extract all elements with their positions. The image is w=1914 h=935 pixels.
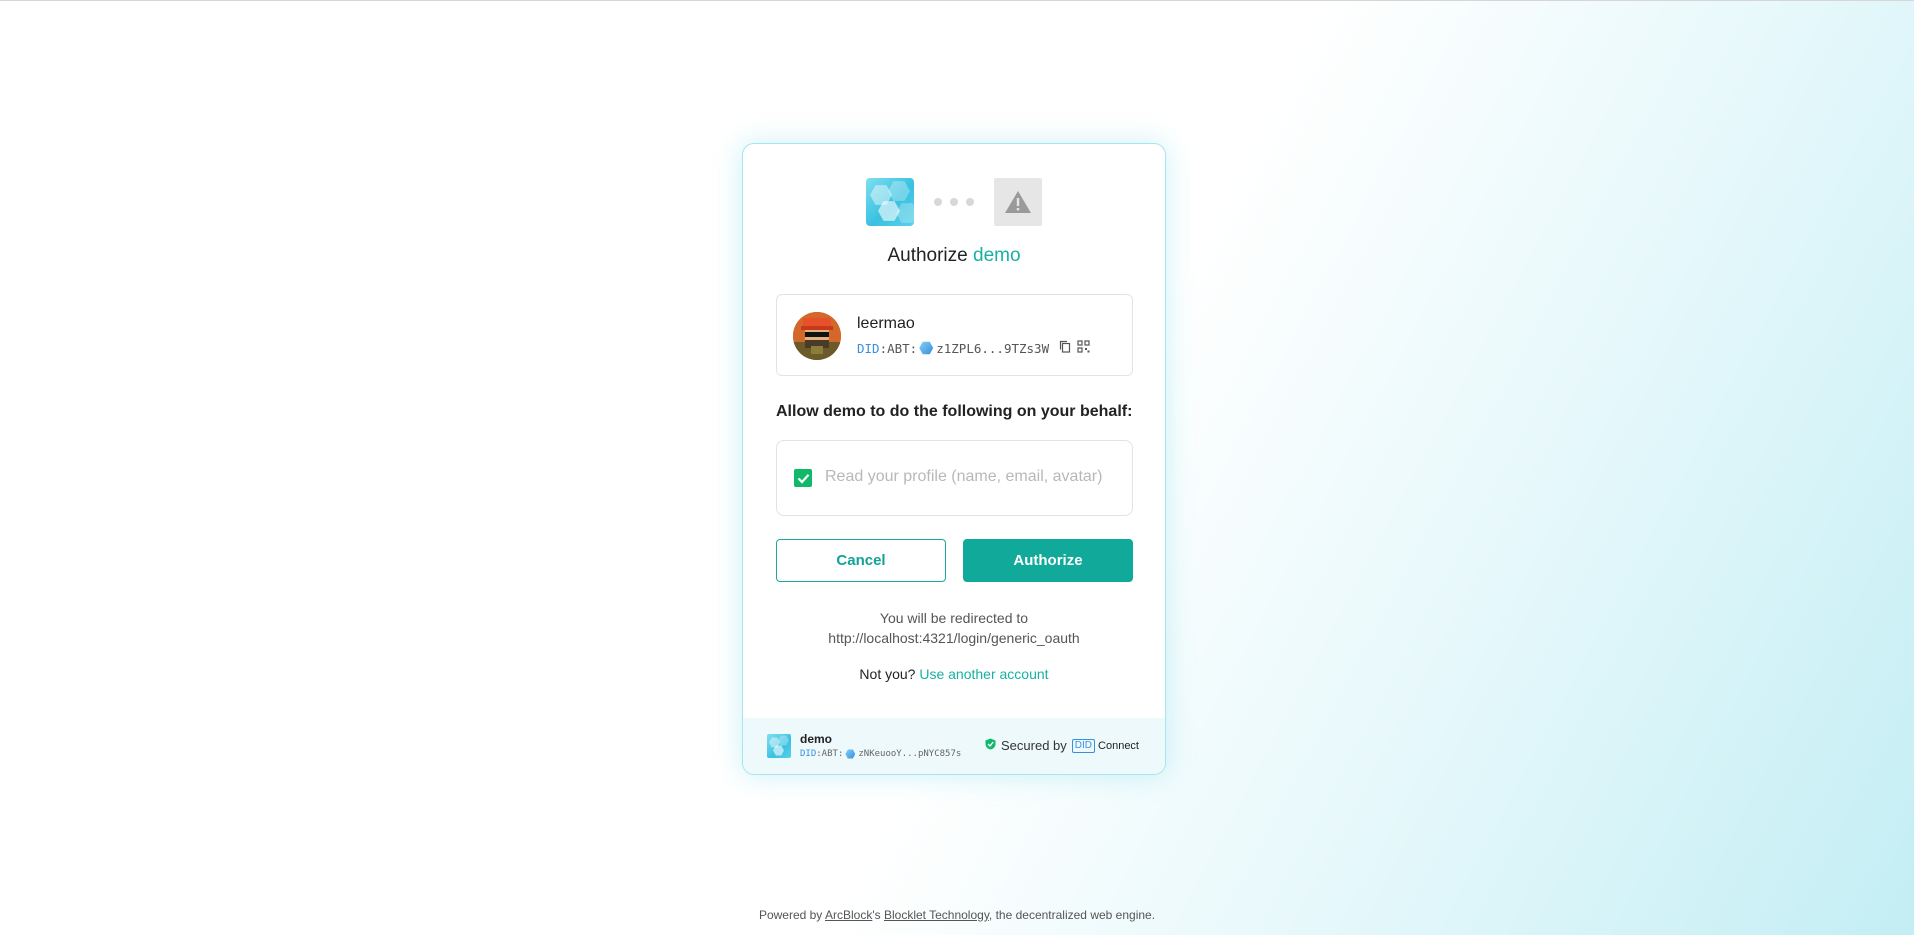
authorize-card: Authorize demo leermao DID :ABT: z1ZPL6.… [742, 143, 1166, 775]
dot [934, 198, 942, 206]
footer-app-did: DID :ABT: zNKeuooY...pNYC857s [800, 749, 961, 759]
switch-account: Not you? Use another account [743, 666, 1165, 682]
arcblock-link[interactable]: ArcBlock [825, 908, 872, 922]
powered-prefix: Powered by [758, 908, 823, 922]
powered-possessive: 's [872, 908, 881, 922]
footer-app-name: demo [800, 732, 833, 746]
page-title: Authorize demo [743, 245, 1165, 267]
did-prefix: DID [857, 340, 880, 356]
blocklet-technology-link[interactable]: Blocklet Technology [884, 908, 989, 922]
dot [966, 198, 974, 206]
did-chain: :ABT: [879, 340, 918, 356]
qr-code-icon[interactable] [1077, 340, 1090, 356]
redirect-url: http://localhost:4321/login/generic_oaut… [828, 630, 1080, 646]
user-account-box: leermao DID :ABT: z1ZPL6...9TZs3W [776, 294, 1133, 376]
app-logo-icon [866, 178, 914, 226]
permissions-heading: Allow demo to do the following on your b… [776, 403, 1133, 420]
app-name: demo [973, 245, 1021, 266]
copy-icon[interactable] [1059, 340, 1071, 356]
connect-word: Connect [1098, 739, 1139, 752]
username: leermao [857, 315, 915, 332]
powered-suffix: , the decentralized web engine. [988, 908, 1156, 922]
warning-icon [994, 178, 1042, 226]
not-you-text: Not you? [859, 666, 916, 682]
permissions-list: Read your profile (name, email, avatar) [776, 440, 1133, 516]
did-address: z1ZPL6...9TZs3W [936, 340, 1050, 356]
avatar [793, 312, 841, 360]
permission-label: Read your profile (name, email, avatar) [825, 468, 1103, 485]
did-badge: DID [1071, 738, 1096, 753]
connecting-dots [934, 198, 974, 206]
permission-checkbox[interactable] [794, 469, 812, 487]
title-prefix: Authorize [887, 245, 968, 266]
powered-by-footer: Powered by ArcBlock's Blocklet Technolog… [0, 908, 1914, 922]
did-avatar-icon [919, 341, 934, 355]
footer-did-address: zNKeuooY...pNYC857s [858, 749, 962, 759]
connection-header [743, 178, 1165, 226]
secured-by-text: Secured by [1001, 738, 1067, 753]
cancel-button[interactable]: Cancel [776, 539, 946, 582]
authorize-button[interactable]: Authorize [963, 539, 1133, 582]
use-another-account-link[interactable]: Use another account [919, 666, 1048, 682]
footer-app-logo-icon [767, 734, 791, 758]
top-border [0, 0, 1914, 1]
redirect-notice: You will be redirected to http://localho… [743, 608, 1165, 648]
footer-did-avatar-icon [845, 749, 856, 759]
redirect-text: You will be redirected to [879, 610, 1029, 626]
secured-by: Secured by DID Connect [985, 738, 1139, 753]
footer-did-chain: :ABT: [816, 749, 844, 759]
shield-check-icon [985, 738, 996, 753]
footer-did-prefix: DID [800, 749, 817, 759]
dot [950, 198, 958, 206]
card-footer: demo DID :ABT: zNKeuooY...pNYC857s Secur… [743, 718, 1165, 774]
user-did: DID :ABT: z1ZPL6...9TZs3W [857, 340, 1090, 356]
